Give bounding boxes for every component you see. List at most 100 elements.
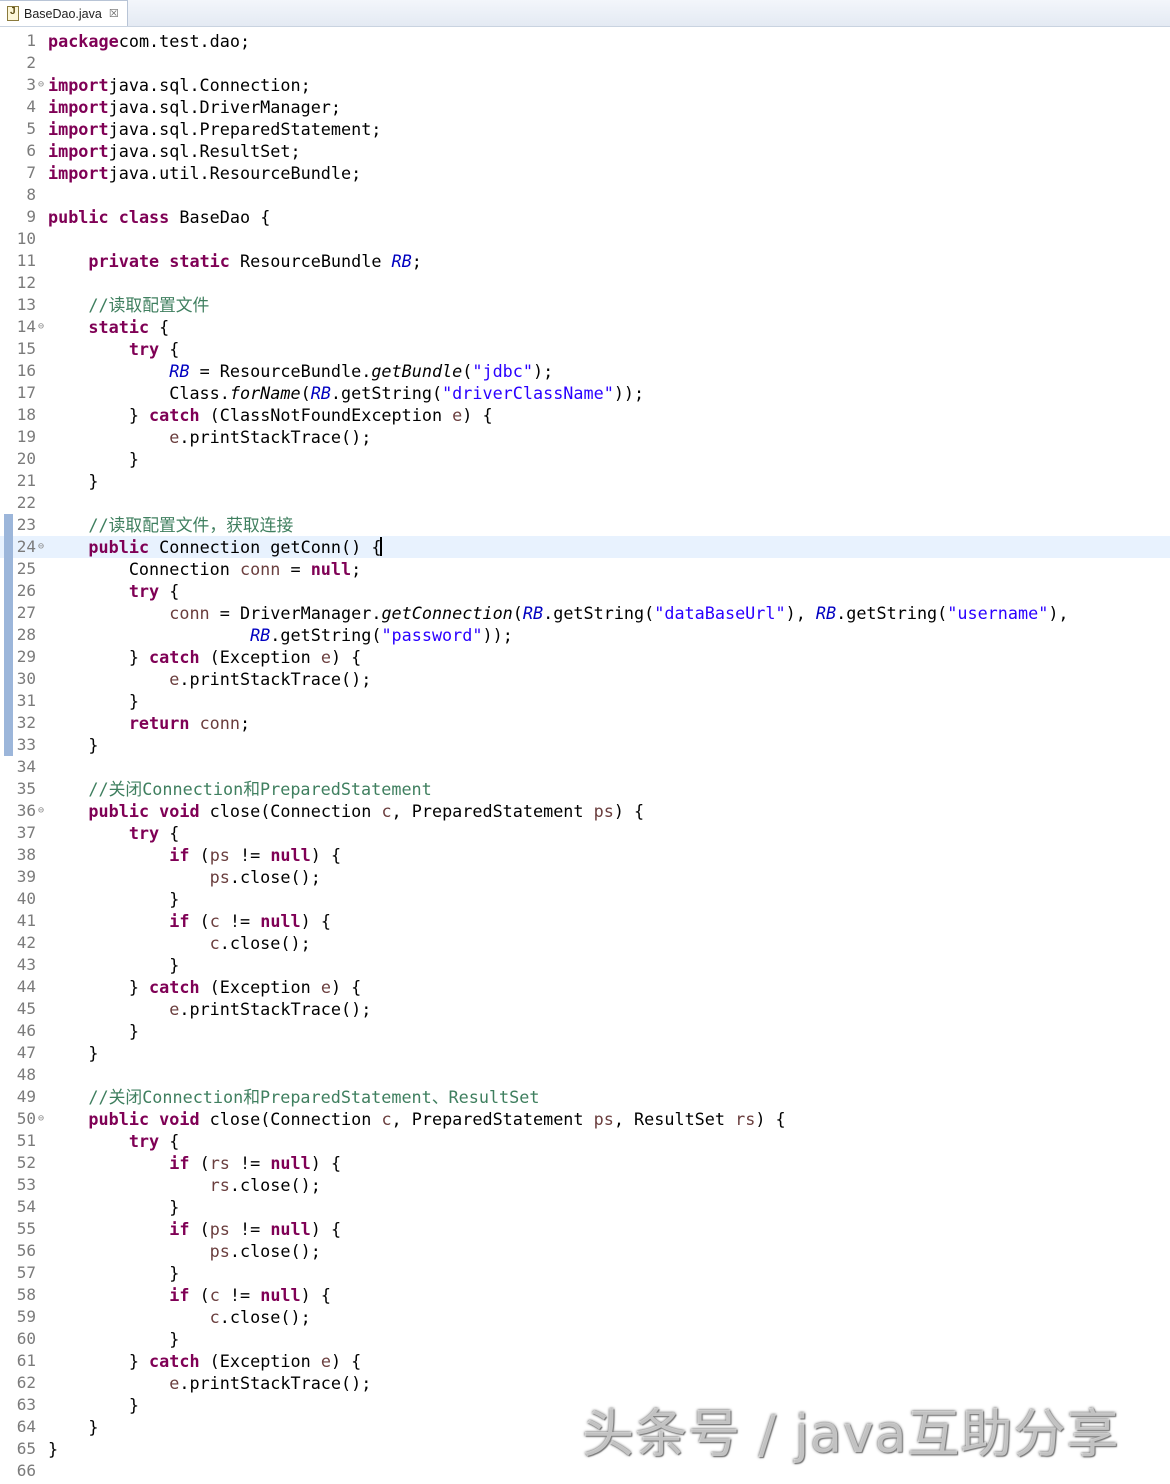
code-line[interactable]: 32 return conn;: [0, 712, 1170, 734]
code-line[interactable]: 47 }: [0, 1042, 1170, 1064]
code-line[interactable]: 4 importjava.sql.DriverManager;: [0, 96, 1170, 118]
code-text: Class.forName(RB.getString("driverClassN…: [48, 382, 644, 404]
code-token: ps: [593, 1109, 614, 1129]
code-line[interactable]: 61 } catch (Exception e) {: [0, 1350, 1170, 1372]
line-number: 49: [16, 1087, 36, 1106]
code-token: e: [320, 977, 331, 997]
code-line[interactable]: 16 RB = ResourceBundle.getBundle("jdbc")…: [0, 360, 1170, 382]
code-line[interactable]: 49 //关闭Connection和PreparedStatement、Resu…: [0, 1086, 1170, 1108]
code-token: !=: [219, 1285, 261, 1305]
code-token: c: [209, 1307, 220, 1327]
code-line[interactable]: 55 if (ps != null) {: [0, 1218, 1170, 1240]
code-line[interactable]: 54 }: [0, 1196, 1170, 1218]
line-number: 19: [16, 427, 36, 446]
code-token: null: [270, 1219, 311, 1239]
code-line[interactable]: 27 conn = DriverManager.getConnection(RB…: [0, 602, 1170, 624]
code-line[interactable]: 46 }: [0, 1020, 1170, 1042]
code-line[interactable]: 30 e.printStackTrace();: [0, 668, 1170, 690]
code-token: public: [48, 207, 109, 227]
fold-collapse-icon[interactable]: ⊖: [36, 74, 46, 96]
code-line[interactable]: 28 RB.getString("password"));: [0, 624, 1170, 646]
editor-tab[interactable]: BaseDao.java ☒: [0, 0, 128, 26]
code-text: if (rs != null) {: [48, 1152, 341, 1174]
code-line[interactable]: 1 packagecom.test.dao;: [0, 30, 1170, 52]
code-line[interactable]: 45 e.printStackTrace();: [0, 998, 1170, 1020]
code-line[interactable]: 34: [0, 756, 1170, 778]
code-line[interactable]: 57 }: [0, 1262, 1170, 1284]
code-line[interactable]: 52 if (rs != null) {: [0, 1152, 1170, 1174]
close-icon[interactable]: ☒: [109, 7, 119, 20]
fold-collapse-icon[interactable]: ⊖: [36, 316, 46, 338]
code-line[interactable]: 35 //关闭Connection和PreparedStatement: [0, 778, 1170, 800]
code-token: }: [48, 1351, 150, 1371]
fold-collapse-icon[interactable]: ⊖: [36, 800, 46, 822]
code-line[interactable]: 62 e.printStackTrace();: [0, 1372, 1170, 1394]
code-line[interactable]: 22: [0, 492, 1170, 514]
code-line[interactable]: 15 try {: [0, 338, 1170, 360]
code-line[interactable]: 44 } catch (Exception e) {: [0, 976, 1170, 998]
code-line[interactable]: 40 }: [0, 888, 1170, 910]
code-text: static {: [48, 316, 169, 338]
code-token: .printStackTrace();: [179, 669, 372, 689]
code-line[interactable]: 24 ⊖ public Connection getConn() {: [0, 536, 1170, 558]
code-line[interactable]: 13 //读取配置文件: [0, 294, 1170, 316]
code-line[interactable]: 39 ps.close();: [0, 866, 1170, 888]
code-token: //关闭Connection和PreparedStatement: [88, 779, 432, 799]
code-token: if: [169, 845, 190, 865]
code-line[interactable]: 8: [0, 184, 1170, 206]
code-line[interactable]: 18 } catch (ClassNotFoundException e) {: [0, 404, 1170, 426]
code-line[interactable]: 2: [0, 52, 1170, 74]
code-line[interactable]: 20 }: [0, 448, 1170, 470]
code-line[interactable]: 21 }: [0, 470, 1170, 492]
code-line[interactable]: 60 }: [0, 1328, 1170, 1350]
code-line[interactable]: 17 Class.forName(RB.getString("driverCla…: [0, 382, 1170, 404]
code-line[interactable]: 14 ⊖ static {: [0, 316, 1170, 338]
code-editor[interactable]: 1 packagecom.test.dao; 2 3 ⊖ importjava.sql.C…: [0, 30, 1170, 1482]
code-line[interactable]: 41 if (c != null) {: [0, 910, 1170, 932]
code-line[interactable]: 31 }: [0, 690, 1170, 712]
code-line[interactable]: 23 //读取配置文件，获取连接: [0, 514, 1170, 536]
line-number: 53: [16, 1175, 36, 1194]
code-line[interactable]: 42 c.close();: [0, 932, 1170, 954]
code-line[interactable]: 37 try {: [0, 822, 1170, 844]
code-line[interactable]: 9 public class BaseDao {: [0, 206, 1170, 228]
line-number: 33: [16, 735, 36, 754]
fold-collapse-icon[interactable]: ⊖: [36, 1108, 46, 1130]
code-line[interactable]: 26 try {: [0, 580, 1170, 602]
code-line[interactable]: 43 }: [0, 954, 1170, 976]
code-line[interactable]: 51 try {: [0, 1130, 1170, 1152]
code-line[interactable]: 7 importjava.util.ResourceBundle;: [0, 162, 1170, 184]
code-token: = DriverManager.: [209, 603, 382, 623]
code-line[interactable]: 6 importjava.sql.ResultSet;: [0, 140, 1170, 162]
code-line[interactable]: 19 e.printStackTrace();: [0, 426, 1170, 448]
code-token: .close();: [229, 867, 321, 887]
code-line[interactable]: 56 ps.close();: [0, 1240, 1170, 1262]
code-line[interactable]: 11 private static ResourceBundle RB;: [0, 250, 1170, 272]
code-line[interactable]: 58 if (c != null) {: [0, 1284, 1170, 1306]
code-line[interactable]: 3 ⊖ importjava.sql.Connection;: [0, 74, 1170, 96]
code-line[interactable]: 25 Connection conn = null;: [0, 558, 1170, 580]
code-text: } catch (ClassNotFoundException e) {: [48, 404, 493, 426]
code-line[interactable]: 59 c.close();: [0, 1306, 1170, 1328]
text-cursor: [380, 537, 383, 556]
code-text: e.printStackTrace();: [48, 668, 371, 690]
code-line[interactable]: 5 importjava.sql.PreparedStatement;: [0, 118, 1170, 140]
code-line[interactable]: 48: [0, 1064, 1170, 1086]
fold-collapse-icon[interactable]: ⊖: [36, 536, 46, 558]
code-line[interactable]: 33 }: [0, 734, 1170, 756]
code-line[interactable]: 50 ⊖ public void close(Connection c, Prep…: [0, 1108, 1170, 1130]
code-text: if (c != null) {: [48, 1284, 331, 1306]
code-line[interactable]: 12: [0, 272, 1170, 294]
code-token: .close();: [229, 1241, 321, 1261]
code-line[interactable]: 10: [0, 228, 1170, 250]
editor-tab-bar: BaseDao.java ☒: [0, 0, 1170, 27]
code-line[interactable]: 29 } catch (Exception e) {: [0, 646, 1170, 668]
code-line[interactable]: 36 ⊖ public void close(Connection c, Prep…: [0, 800, 1170, 822]
code-line[interactable]: 38 if (ps != null) {: [0, 844, 1170, 866]
line-number: 6: [26, 141, 36, 160]
code-line[interactable]: 53 rs.close();: [0, 1174, 1170, 1196]
